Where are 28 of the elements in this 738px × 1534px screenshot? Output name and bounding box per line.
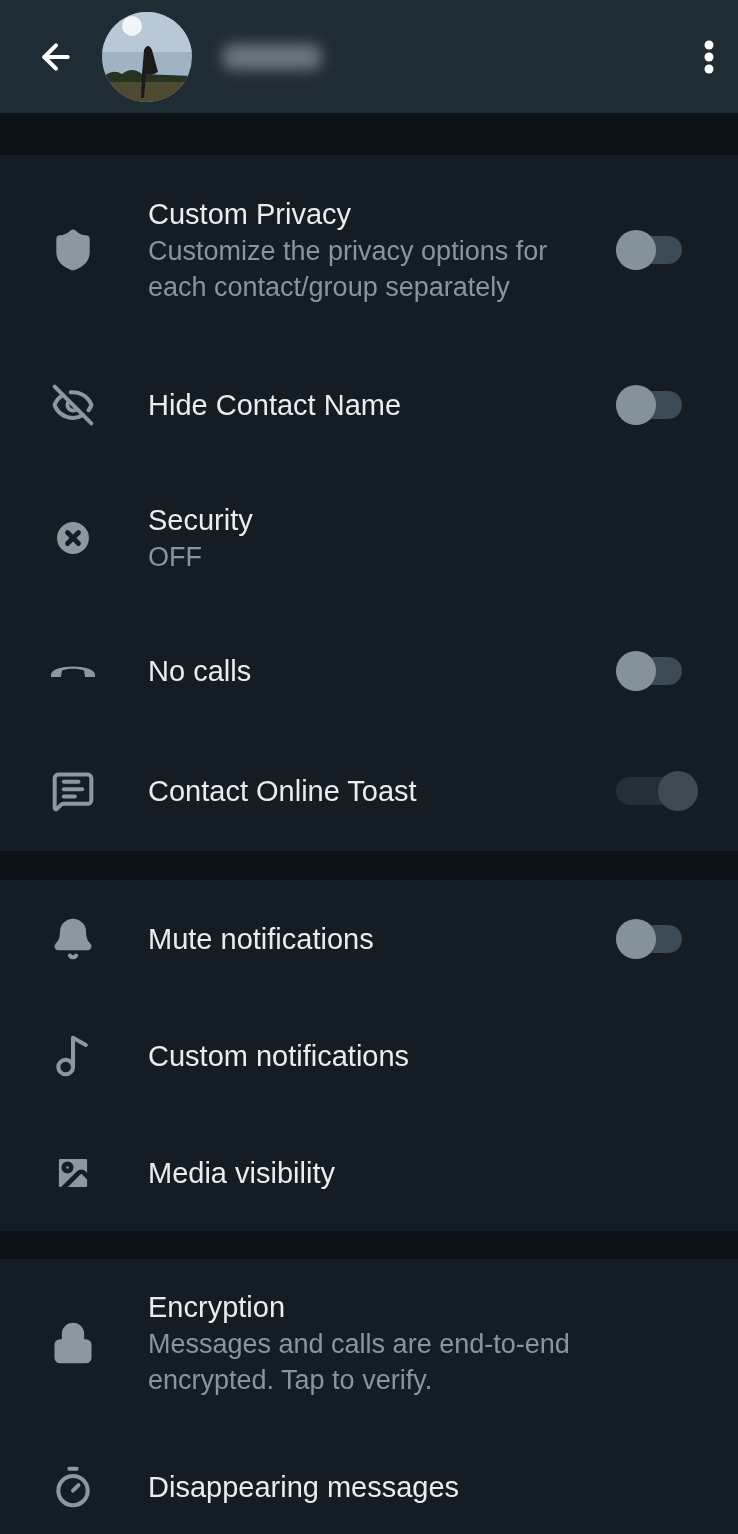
settings-row[interactable]: Security OFF — [0, 465, 738, 611]
menu-button[interactable] — [704, 39, 714, 74]
settings-row[interactable]: Media visibility — [0, 1114, 738, 1231]
eye-off-icon — [51, 383, 95, 427]
settings-row[interactable]: Mute notifications — [0, 880, 738, 997]
message-icon — [51, 769, 95, 813]
lock-icon — [51, 1321, 95, 1365]
settings-row[interactable]: Hide Contact Name — [0, 345, 738, 465]
row-title: Security — [148, 503, 254, 538]
settings-row[interactable]: Encryption Messages and calls are end-to-end encrypted. Tap to verify. — [0, 1259, 738, 1427]
menu-icon — [704, 39, 714, 74]
settings-row[interactable]: Custom notifications — [0, 997, 738, 1114]
settings-row[interactable]: No calls — [0, 611, 738, 731]
row-title: Disappearing messages — [148, 1470, 461, 1505]
row-title: Custom notifications — [148, 1038, 411, 1074]
row-title: Mute notifications — [148, 921, 375, 957]
row-subtitle: Customize the privacy options for each contact/group separately — [148, 235, 548, 304]
row-title: Hide Contact Name — [148, 388, 403, 423]
row-title: Media visibility — [148, 1155, 336, 1191]
phone-hangup-icon — [51, 665, 95, 677]
row-title: Custom Privacy — [148, 197, 353, 232]
row-title: Contact Online Toast — [148, 774, 418, 809]
settings-row[interactable]: Custom Privacy Customize the privacy options for each contact/group separately — [0, 155, 738, 345]
row-subtitle: OFF — [148, 541, 203, 574]
row-title: No calls — [148, 654, 253, 689]
row-subtitle: Messages and calls are end-to-end encrypted. Tap to verify. — [148, 1328, 571, 1397]
row-title: Encryption — [148, 1290, 286, 1325]
settings-row[interactable]: Disappearing messages — [0, 1427, 738, 1534]
